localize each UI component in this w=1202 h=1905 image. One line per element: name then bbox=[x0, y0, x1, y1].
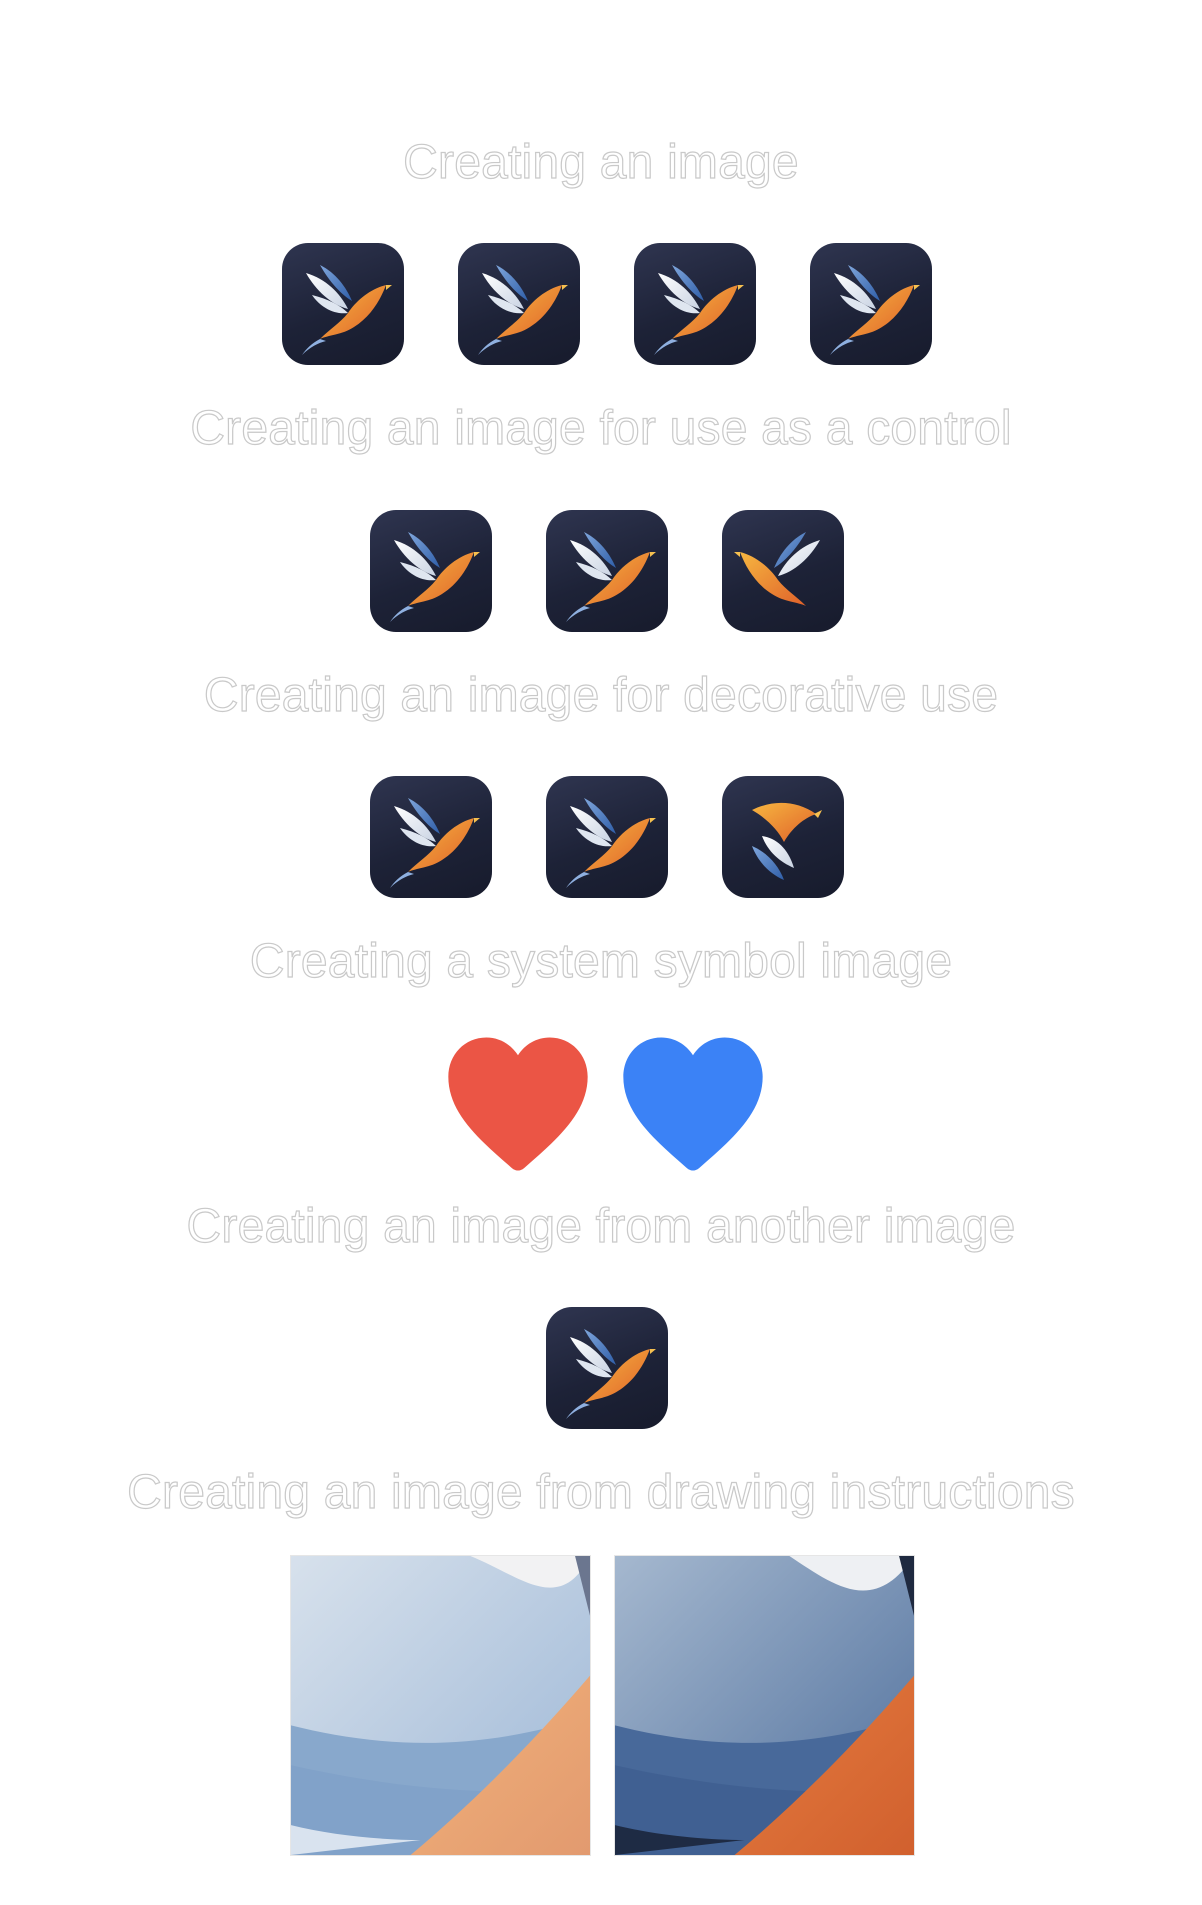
app-icon-flipped[interactable] bbox=[722, 510, 844, 632]
icon-row-2 bbox=[0, 510, 1202, 632]
section-title-from-another-image: Creating an image from another image bbox=[186, 1199, 1016, 1253]
app-icon bbox=[546, 776, 668, 898]
drawn-image-tile-light bbox=[290, 1555, 591, 1856]
section-title-drawing-instructions: Creating an image from drawing instructi… bbox=[127, 1465, 1076, 1519]
app-icon bbox=[810, 243, 932, 365]
section-title-creating-image: Creating an image bbox=[403, 135, 800, 189]
icon-row-5 bbox=[0, 1307, 1202, 1429]
app-icon bbox=[546, 1307, 668, 1429]
app-icon[interactable] bbox=[546, 510, 668, 632]
icon-row-3 bbox=[0, 776, 1202, 898]
heart-fill-icon bbox=[442, 1031, 594, 1177]
section-title-decorative: Creating an image for decorative use bbox=[203, 668, 999, 722]
section-title-control: Creating an image for use as a control bbox=[190, 401, 1012, 455]
app-icon[interactable] bbox=[370, 510, 492, 632]
app-icon bbox=[634, 243, 756, 365]
heart-fill-icon bbox=[617, 1031, 769, 1177]
drawn-image-tile-dark bbox=[614, 1555, 915, 1856]
app-icon bbox=[370, 776, 492, 898]
app-icon bbox=[458, 243, 580, 365]
app-icon bbox=[282, 243, 404, 365]
app-icon-rotated bbox=[722, 776, 844, 898]
icon-row-1 bbox=[0, 243, 1202, 365]
section-title-system-symbol: Creating a system symbol image bbox=[249, 934, 953, 988]
